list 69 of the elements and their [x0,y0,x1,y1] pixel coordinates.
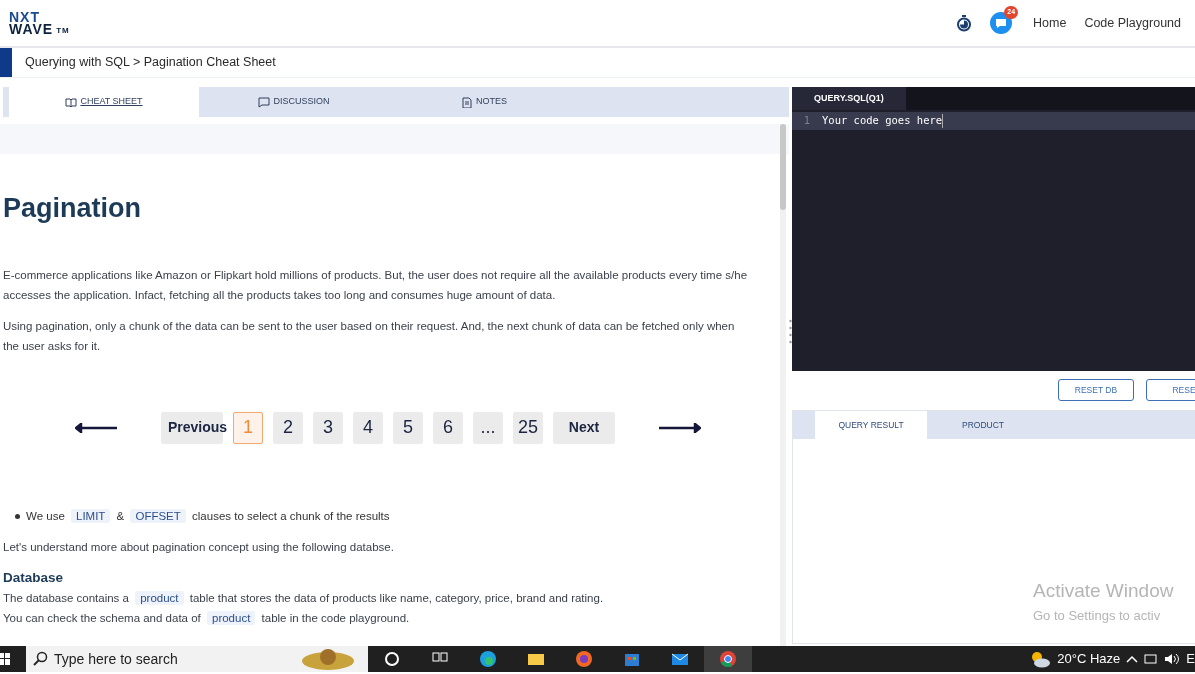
nav-link[interactable]: Code Playground [1084,13,1181,33]
left-arrow-icon [75,422,117,433]
breadcrumb[interactable]: Querying with SQL > Pagination Cheat Sheet [12,48,276,77]
chat-icon[interactable] [990,12,1013,34]
text-cursor [942,114,944,128]
scrollbar[interactable] [780,124,786,646]
weather-text: 20°C Haze [1057,651,1121,667]
page-button[interactable]: ... [473,411,503,444]
reset-button[interactable]: RESET DB [1058,379,1134,401]
logo-text[interactable]: NXT [9,11,70,23]
search-field[interactable]: Type here to search [26,646,368,672]
trademark-mark: TM [56,27,70,35]
circle-icon[interactable] [382,649,402,669]
line-number: 1 [802,113,812,129]
tab[interactable]: PRODUCT [927,411,1039,439]
drag-handle-icon[interactable] [789,319,792,345]
book-icon [65,96,78,108]
search-placeholder: Type here to search [54,651,179,667]
text: table in the code playground. [261,612,410,624]
page-button[interactable]: 6 [433,411,463,444]
logo-text[interactable]: WAVE [9,23,54,35]
tab[interactable]: CHEAT SHEET [9,87,199,117]
next-button[interactable]: Next [553,411,615,444]
browser-icon[interactable] [478,649,498,669]
chevron-up-icon[interactable] [1126,655,1139,663]
text: table that stores the data of products like name, category, price, brand and rating. [189,592,604,604]
right-arrow-icon [659,422,701,433]
code-snippet: LIMIT [71,508,111,523]
text: clauses to select a chunk of the results [192,509,390,522]
paragraph: Using pagination, only a chunk of the data can be sent to the user based on their request. And, the next chunk of data can be fetched only when the user asks for it. [3,318,736,354]
fox-browser-icon[interactable] [574,649,594,669]
tray-text: E [1186,651,1195,667]
windows-logo-icon[interactable] [0,653,10,665]
paragraph: E-commerce applications like Amazon or Flipkart hold millions of products. But, the user does not require all the available products every time s/he accesses the application. Infact, fetching all the products takes too long and consumes huge amount of data. [3,267,748,303]
editor-tab[interactable]: QUERY.SQL(Q1) [792,87,906,110]
article-title: Pagination [3,192,142,225]
tab[interactable]: NOTES [389,87,579,117]
text: & [116,509,125,522]
speaker-icon[interactable] [1164,653,1181,665]
battery-icon[interactable] [1144,654,1159,664]
paragraph: Let's understand more about pagination concept using the following databse. [3,539,395,555]
bullet-dot [15,513,20,519]
weather-icon[interactable] [1029,650,1052,668]
code-editor[interactable]: QUERY.SQL(Q1) 1 Your code goes here [792,87,1195,371]
chat-icon [258,96,271,108]
text: You can check the schema and data of [3,612,201,624]
search-icon [32,651,48,667]
nav-link[interactable]: Home [1030,13,1067,33]
code-line: Your code goes here [822,113,943,129]
code-snippet: product [207,611,256,625]
page-button[interactable]: 4 [353,411,383,444]
section-title: Database [3,568,65,587]
tab[interactable]: QUERY RESULT [815,411,927,439]
page-button[interactable]: 3 [313,411,343,444]
text: We use [26,509,65,522]
document-icon [461,96,473,108]
stopwatch-icon[interactable] [956,14,973,32]
code-snippet: product [135,591,184,605]
chrome-icon[interactable] [718,649,738,669]
activation-subtitle: Go to Settings to activ [1033,606,1162,625]
activation-title: Activate Window [1033,579,1175,603]
page-button[interactable]: 2 [273,411,303,444]
tab[interactable]: DISCUSSION [199,87,389,117]
accent-bar [0,48,12,77]
code-snippet: OFFSET [130,508,186,523]
reset-button[interactable]: RESE [1146,379,1195,401]
text: The database contains a [3,592,129,604]
page-button[interactable]: 25 [513,411,543,444]
page-button[interactable]: 5 [393,411,423,444]
